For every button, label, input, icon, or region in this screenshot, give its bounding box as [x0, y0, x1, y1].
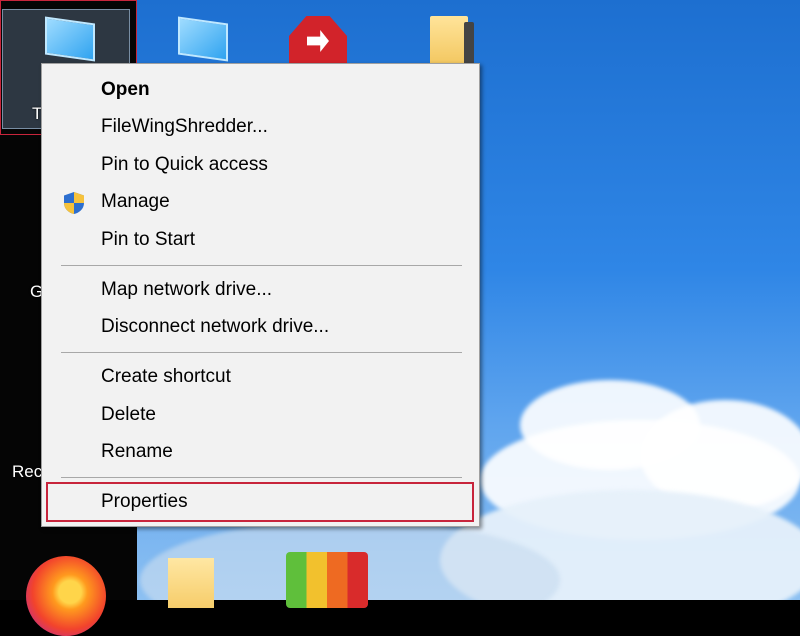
menu-item-label: Pin to Start	[101, 229, 195, 250]
menu-item-label: Open	[101, 79, 150, 100]
menu-item-manage[interactable]: Manage	[42, 184, 479, 220]
menu-separator	[61, 265, 462, 266]
menu-item-label: Map network drive...	[101, 279, 273, 300]
menu-item-create-shortcut[interactable]: Create shortcut	[42, 359, 479, 395]
menu-item-label: FileWingShredder...	[101, 116, 268, 137]
menu-separator	[61, 477, 462, 478]
menu-item-label: Pin to Quick access	[101, 154, 268, 175]
menu-item-label: Disconnect network drive...	[101, 316, 330, 337]
menu-item-filewingshredder[interactable]: FileWingShredder...	[42, 109, 479, 145]
menu-item-label: Create shortcut	[101, 366, 231, 387]
menu-separator	[61, 352, 462, 353]
menu-item-disconnect-network-drive[interactable]: Disconnect network drive...	[42, 309, 479, 345]
firefox-icon[interactable]	[26, 556, 106, 636]
desktop-icon-label: Rec	[12, 462, 43, 481]
menu-item-rename[interactable]: Rename	[42, 434, 479, 470]
document-icon[interactable]	[168, 558, 214, 608]
menu-item-open[interactable]: Open	[42, 72, 479, 108]
menu-item-label: Manage	[101, 191, 170, 212]
menu-item-delete[interactable]: Delete	[42, 397, 479, 433]
menu-item-map-network-drive[interactable]: Map network drive...	[42, 272, 479, 308]
menu-item-pin-quick-access[interactable]: Pin to Quick access	[42, 147, 479, 183]
folder-icon[interactable]	[430, 16, 474, 68]
context-menu: Open FileWingShredder... Pin to Quick ac…	[41, 63, 480, 527]
menu-item-label: Rename	[101, 441, 173, 462]
menu-item-pin-start[interactable]: Pin to Start	[42, 222, 479, 258]
menu-item-label: Properties	[101, 491, 188, 512]
menu-item-label: Delete	[101, 404, 156, 425]
monitor-icon[interactable]	[178, 16, 228, 62]
menu-item-properties[interactable]: Properties	[42, 484, 479, 520]
shield-icon	[64, 192, 84, 214]
